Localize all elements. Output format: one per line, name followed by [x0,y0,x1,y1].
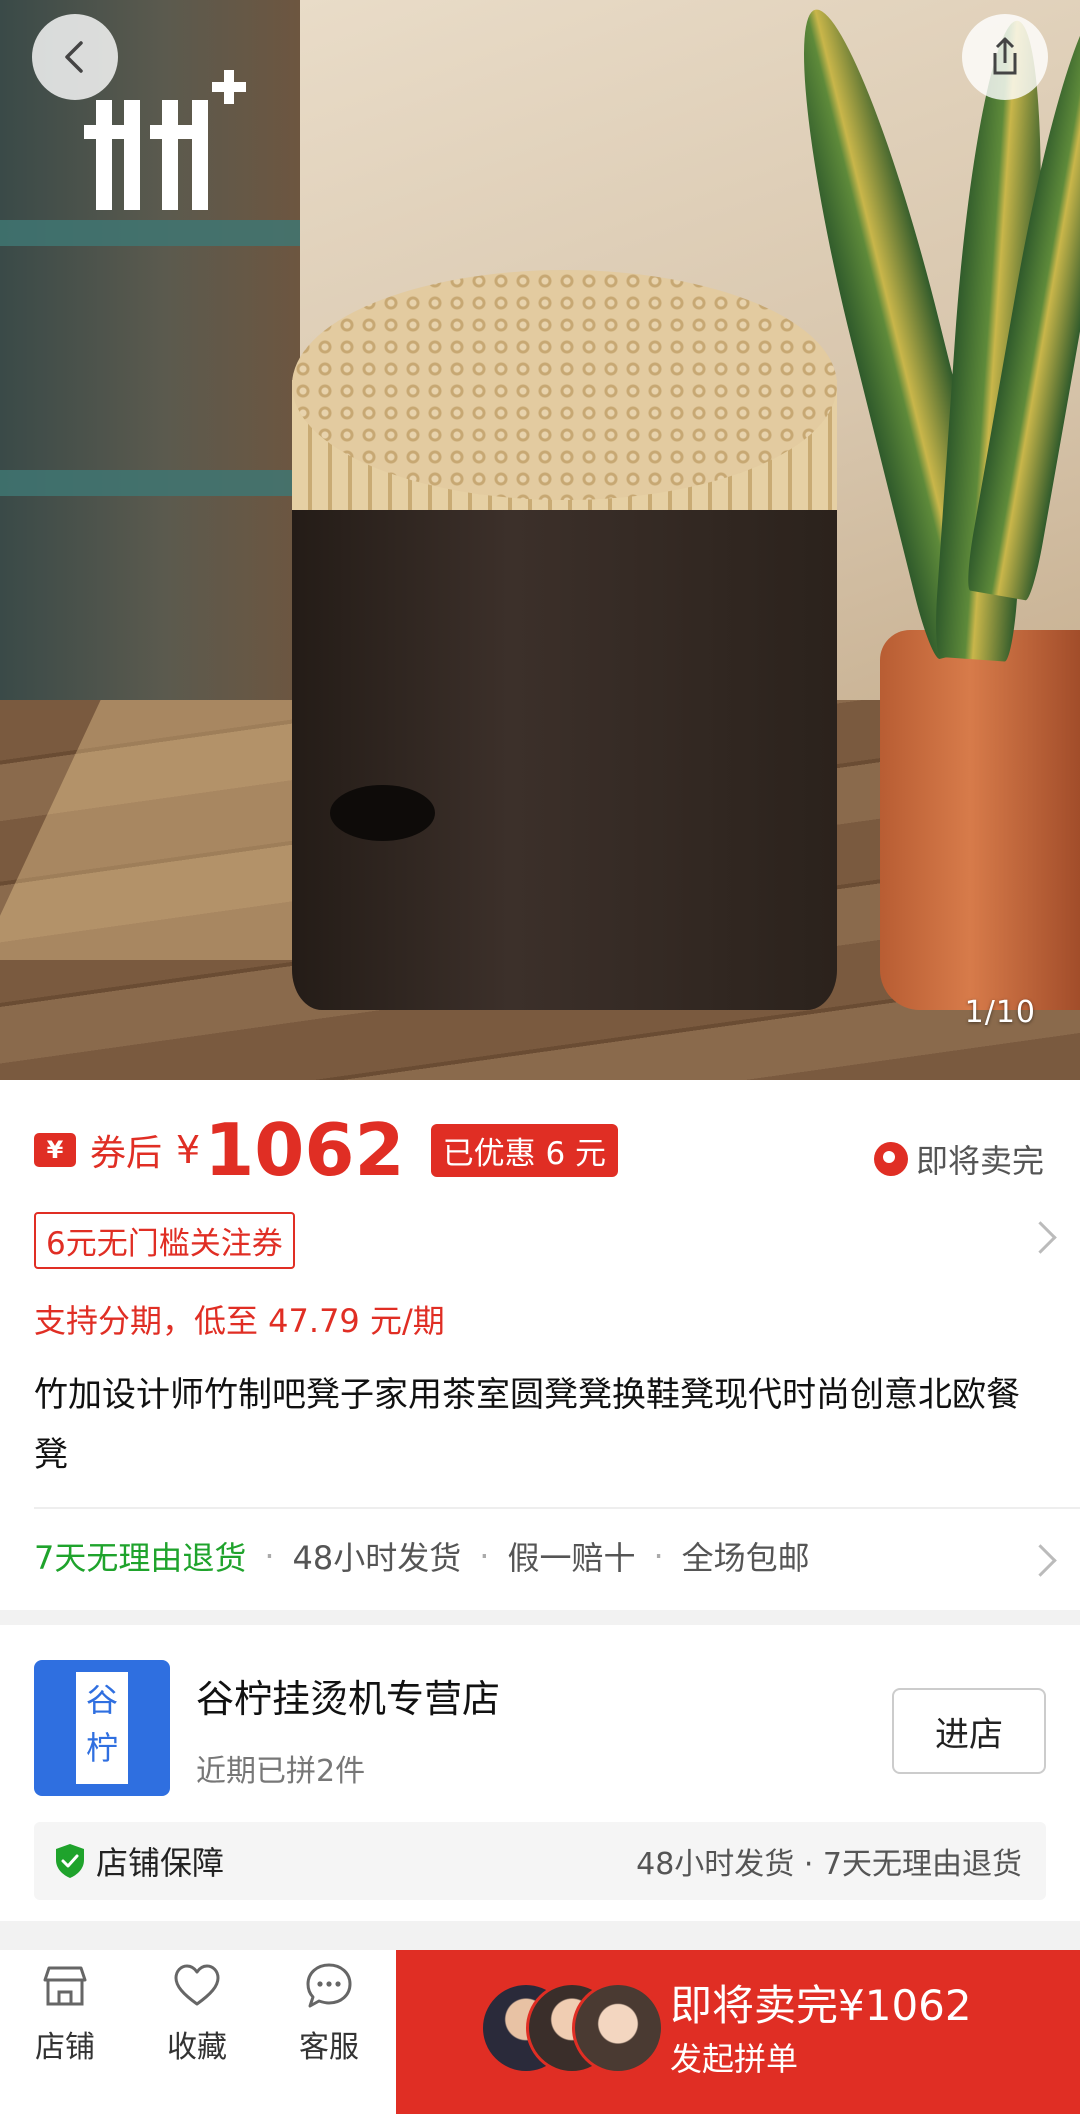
alarm-clock-icon [873,1142,908,1176]
guarantee-text: 48小时发货 · 7天无理由退货 [636,1847,1022,1882]
shop-guarantee[interactable]: 店铺保障 48小时发货 · 7天无理由退货 [34,1822,1046,1900]
shop-logo[interactable]: 谷 柠 [34,1660,170,1796]
product-image[interactable] [0,0,1080,1080]
tab-service-label: 客服 [299,2030,359,2065]
image-stool-top [292,270,837,500]
after-coupon-label: 券后 [90,1133,163,1174]
buy-main-label: 即将卖完¥1062 [670,1981,972,2030]
heart-icon [174,1964,220,2006]
shop-sales: 近期已拼2件 [196,1754,366,1789]
yuan-badge-icon: ¥ [34,1133,76,1167]
divider [34,1507,1080,1509]
price-currency: ¥ [176,1128,201,1172]
service-row[interactable]: 7天无理由退货 · 48小时发货 · 假一赔十 · 全场包邮 [34,1533,810,1579]
service-free-shipping: 全场包邮 [681,1539,810,1577]
image-stool-handle-hole [330,785,435,841]
buy-sub-label: 发起拼单 [670,2040,799,2078]
sellout-indicator: 即将卖完 [873,1136,1044,1182]
separator-dot: · [653,1537,664,1575]
service-return: 7天无理由退货 [34,1539,247,1577]
separator-dot: · [264,1537,275,1575]
share-icon [993,37,1017,75]
service-shipping: 48小时发货 [292,1539,462,1577]
image-cabinet-stripe [0,220,300,246]
shop-logo-char: 柠 [85,1729,118,1767]
separator-dot: · [479,1537,490,1575]
chevron-left-icon [65,41,83,73]
share-button[interactable] [962,14,1048,100]
tab-store-label: 店铺 [35,2030,95,2065]
back-button[interactable] [32,14,118,100]
brand-logo [84,70,254,220]
shop-logo-char: 谷 [85,1681,118,1719]
sellout-label: 即将卖完 [915,1142,1044,1180]
installment-text[interactable]: 支持分期，低至 47.79 元/期 [34,1296,445,1342]
shop-name[interactable]: 谷柠挂烫机专营店 [196,1668,500,1723]
buyer-avatars [480,1982,664,2074]
guarantee-label: 店铺保障 [96,1844,225,1882]
price-amount: 1062 [204,1108,405,1192]
enter-shop-button[interactable]: 进店 [892,1688,1046,1774]
coupon-tag[interactable]: 6元无门槛关注券 [34,1212,295,1269]
discount-tag: 已优惠 6 元 [430,1123,619,1177]
product-title: 竹加设计师竹制吧凳子家用茶室圆凳凳换鞋凳现代时尚创意北欧餐凳 [34,1375,1020,1475]
shield-check-icon [56,1844,84,1878]
tab-store[interactable]: 店铺 [10,1960,120,2066]
store-icon [43,1966,87,2006]
service-authentic: 假一赔十 [507,1539,636,1577]
avatar [572,1982,664,2074]
price-row: ¥ 券后 ¥ 1062 已优惠 6 元 [34,1108,619,1192]
shop-logo-mark: 谷 柠 [76,1672,128,1784]
image-plant-pot [880,630,1080,1010]
chat-icon [306,1963,352,2008]
tab-favorite[interactable]: 收藏 [142,1960,252,2066]
tab-favorite-label: 收藏 [167,2030,227,2065]
image-counter: 1/10 [964,995,1036,1030]
image-cabinet-stripe [0,470,300,496]
tab-service[interactable]: 客服 [274,1960,384,2066]
